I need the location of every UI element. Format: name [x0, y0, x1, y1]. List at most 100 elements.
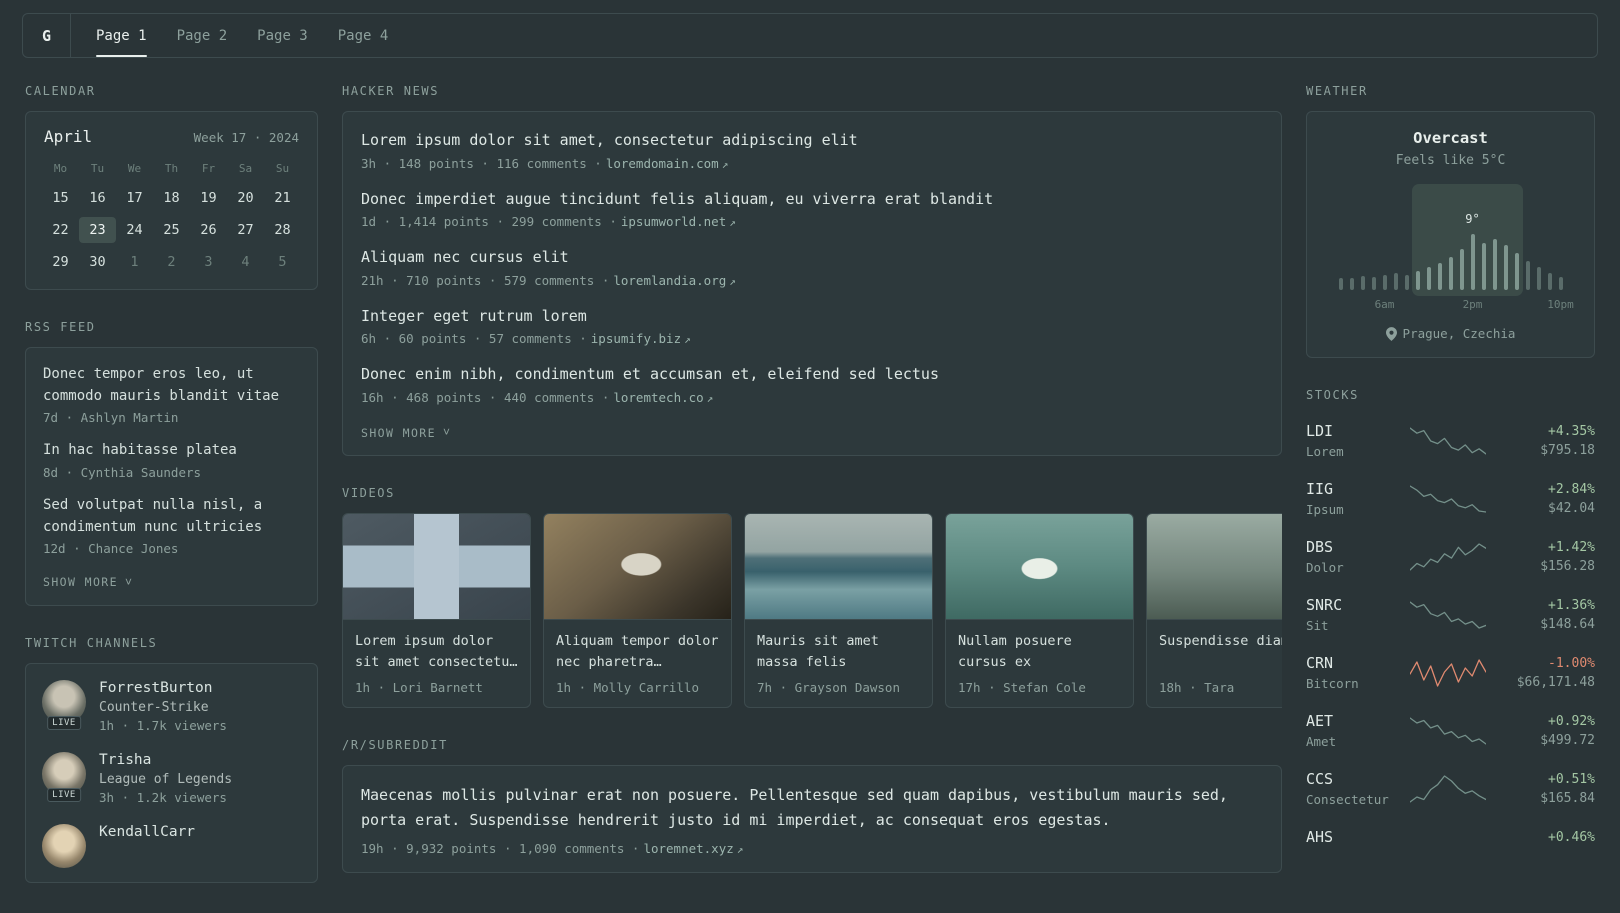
hn-story-meta: 16h · 468 points · 440 comments · loremte… — [361, 390, 1263, 405]
calendar-day[interactable]: 25 — [153, 217, 190, 243]
hn-story-title[interactable]: Donec enim nibh, condimentum et accumsan… — [361, 363, 1263, 386]
reddit-post-domain-link[interactable]: loremnet.xyz ↗ — [643, 841, 743, 856]
hn-story-title[interactable]: Aliquam nec cursus elit — [361, 246, 1263, 269]
calendar-day[interactable]: 22 — [42, 217, 79, 243]
location-pin-icon — [1385, 326, 1397, 341]
external-link-icon: ↗ — [684, 333, 691, 346]
stock-ticker[interactable]: CCS — [1306, 770, 1396, 788]
channel-name[interactable]: Trisha — [99, 752, 232, 768]
calendar-day[interactable]: 18 — [153, 185, 190, 211]
hn-story-domain-link[interactable]: loremtech.co ↗ — [613, 390, 713, 405]
stock-row[interactable]: AHS +0.46% — [1306, 828, 1595, 846]
video-card[interactable]: Lorem ipsum dolor sit amet consectetu… 1… — [342, 513, 531, 708]
hn-story-domain-link[interactable]: ipsumify.biz ↗ — [591, 331, 691, 346]
calendar-day[interactable]: 5 — [264, 249, 301, 275]
stock-ticker[interactable]: CRN — [1306, 654, 1396, 672]
stock-name: Amet — [1306, 734, 1337, 749]
tab-page-4[interactable]: Page 4 — [323, 14, 404, 57]
calendar-day[interactable]: 19 — [190, 185, 227, 211]
stock-ticker[interactable]: SNRC — [1306, 596, 1396, 614]
rss-show-more-button[interactable]: SHOW MORE ˅ — [43, 573, 134, 592]
avatar[interactable] — [42, 823, 86, 868]
hn-story-title[interactable]: Donec imperdiet augue tincidunt felis al… — [361, 188, 1263, 211]
channel-name[interactable]: ForrestBurton — [99, 680, 227, 696]
hn-story-domain-link[interactable]: ipsumworld.net ↗ — [621, 214, 736, 229]
stock-ticker[interactable]: LDI — [1306, 422, 1396, 440]
stock-sparkline — [1396, 716, 1499, 746]
calendar-day[interactable]: 2 — [153, 249, 190, 275]
tab-page-1[interactable]: Page 1 — [81, 14, 162, 57]
calendar-month: April — [44, 127, 93, 146]
calendar-day[interactable]: 21 — [264, 185, 301, 211]
app-logo[interactable]: G — [23, 14, 71, 57]
stock-row[interactable]: DBS Dolor +1.42% $156.28 — [1306, 538, 1595, 575]
rss-item-title[interactable]: In hac habitasse platea — [43, 440, 300, 462]
domain-text: loremnet.xyz — [643, 840, 734, 856]
reddit-post-title[interactable]: Maecenas mollis pulvinar erat non posuer… — [361, 783, 1263, 833]
rss-item: Donec tempor eros leo, ut commodo mauris… — [43, 364, 300, 425]
hn-story-meta: 6h · 60 points · 57 comments · ipsumify.b… — [361, 331, 1263, 346]
stock-price: $165.84 — [1540, 790, 1595, 806]
stock-ticker[interactable]: DBS — [1306, 538, 1396, 556]
calendar-day[interactable]: 29 — [42, 249, 79, 275]
stock-sparkline — [1396, 542, 1499, 572]
weather-times: 6am 2pm 10pm — [1339, 298, 1574, 313]
calendar-day[interactable]: 15 — [42, 185, 79, 211]
calendar-day[interactable]: 20 — [227, 185, 264, 211]
video-meta: 17h · Stefan Cole — [958, 680, 1086, 695]
calendar-day[interactable]: 24 — [116, 217, 153, 243]
channel-name[interactable]: KendallCarr — [99, 824, 195, 840]
calendar-day[interactable]: 26 — [190, 217, 227, 243]
stock-row[interactable]: CRN Bitcorn -1.00% $66,171.48 — [1306, 654, 1595, 691]
weather-condition: Overcast — [1413, 129, 1488, 147]
calendar-day[interactable]: 16 — [79, 185, 116, 211]
weather-bar — [1525, 261, 1530, 290]
stock-price: $499.72 — [1540, 732, 1595, 748]
video-card[interactable]: Nullam posuere cursus ex 17h · Stefan Co… — [945, 513, 1134, 708]
reddit-post-meta: 19h · 9,932 points · 1,090 comments · lor… — [361, 841, 1263, 856]
stock-ticker[interactable]: AHS — [1306, 828, 1396, 846]
video-card[interactable]: Suspendisse diam 18h · Tara — [1146, 513, 1282, 708]
weather-bar — [1437, 263, 1442, 290]
avatar[interactable]: LIVE — [42, 679, 86, 730]
hn-story-title[interactable]: Integer eget rutrum lorem — [361, 305, 1263, 328]
video-card[interactable]: Aliquam tempor dolor nec pharetra… 1h · … — [543, 513, 732, 708]
hn-story: Lorem ipsum dolor sit amet, consectetur … — [361, 129, 1263, 171]
stock-row[interactable]: IIG Ipsum +2.84% $42.04 — [1306, 480, 1595, 517]
chevron-down-icon: ˅ — [124, 574, 134, 589]
stock-row[interactable]: AET Amet +0.92% $499.72 — [1306, 712, 1595, 749]
rss-item: Sed volutpat nulla nisl, a condimentum n… — [43, 495, 300, 556]
calendar-day[interactable]: 28 — [264, 217, 301, 243]
stock-ticker[interactable]: IIG — [1306, 480, 1396, 498]
avatar[interactable]: LIVE — [42, 751, 86, 802]
tab-page-3[interactable]: Page 3 — [242, 14, 323, 57]
stock-change: +0.46% — [1548, 829, 1595, 845]
rss-item-title[interactable]: Donec tempor eros leo, ut commodo mauris… — [43, 364, 300, 407]
calendar-day[interactable]: 30 — [79, 249, 116, 275]
hn-story-domain-link[interactable]: loremdomain.com ↗ — [606, 156, 729, 171]
stock-ticker[interactable]: AET — [1306, 712, 1396, 730]
hn-show-more-button[interactable]: SHOW MORE ˅ — [361, 423, 452, 442]
live-badge: LIVE — [47, 715, 81, 730]
calendar-day[interactable]: 1 — [116, 249, 153, 275]
stock-change: +0.51% — [1548, 771, 1595, 787]
calendar-day[interactable]: 27 — [227, 217, 264, 243]
weather-bar — [1426, 267, 1431, 290]
calendar-day[interactable]: 3 — [190, 249, 227, 275]
tab-page-2[interactable]: Page 2 — [162, 14, 243, 57]
calendar-week-year: Week 17 · 2024 — [193, 130, 299, 145]
stock-row[interactable]: LDI Lorem +4.35% $795.18 — [1306, 422, 1595, 459]
stock-name: Ipsum — [1306, 502, 1344, 517]
hn-story-title[interactable]: Lorem ipsum dolor sit amet, consectetur … — [361, 129, 1263, 152]
stock-row[interactable]: CCS Consectetur +0.51% $165.84 — [1306, 770, 1595, 807]
rss-item-title[interactable]: Sed volutpat nulla nisl, a condimentum n… — [43, 495, 300, 538]
hn-story: Integer eget rutrum lorem 6h · 60 points… — [361, 305, 1263, 347]
video-card[interactable]: Mauris sit amet massa felis 7h · Grayson… — [744, 513, 933, 708]
calendar-day[interactable]: 4 — [227, 249, 264, 275]
calendar-day-selected[interactable]: 23 — [79, 217, 116, 243]
channel-viewers: 3h · 1.2k viewers — [99, 789, 227, 805]
calendar-day[interactable]: 17 — [116, 185, 153, 211]
stock-row[interactable]: SNRC Sit +1.36% $148.64 — [1306, 596, 1595, 633]
hn-story-domain-link[interactable]: loremlandia.org ↗ — [613, 273, 736, 288]
twitch-widget-title: TWITCH CHANNELS — [25, 635, 158, 650]
